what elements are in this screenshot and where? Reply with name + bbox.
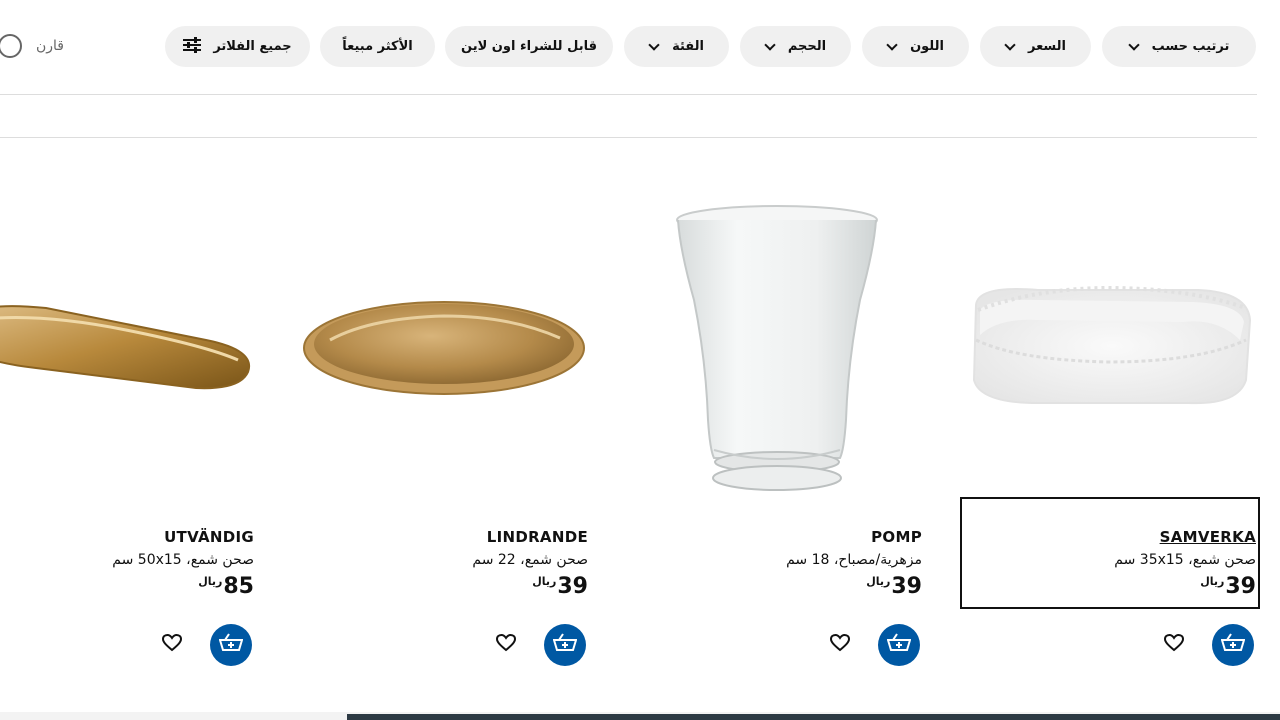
compare-toggle[interactable]: [0, 34, 22, 58]
online-filter-button[interactable]: قابل للشراء اون لاين: [445, 26, 613, 67]
product-card[interactable]: POMP مزهرية/مصباح، 18 سم ريال 39: [594, 150, 928, 690]
product-actions: [1160, 624, 1254, 666]
cart-plus-icon: [1220, 633, 1246, 657]
cart-plus-icon: [552, 633, 578, 657]
add-to-cart-button[interactable]: [210, 624, 252, 666]
color-filter-label: اللون: [910, 39, 944, 54]
chevron-down-icon: [887, 42, 896, 51]
size-filter-label: الحجم: [787, 39, 827, 54]
heart-icon: [829, 633, 851, 656]
product-description: صحن شمع، 22 سم: [472, 552, 588, 568]
compare-toggle-group: قارن: [0, 32, 64, 60]
compare-label: قارن: [36, 38, 64, 54]
product-image[interactable]: [928, 190, 1262, 500]
chevron-down-icon: [1129, 42, 1138, 51]
keyboard-focus-outline: [960, 497, 1260, 609]
price-currency: ريال: [532, 575, 557, 588]
bottom-strip: [0, 712, 1280, 720]
add-to-cart-button[interactable]: [544, 624, 586, 666]
product-price: ريال 85: [112, 574, 254, 599]
product-image[interactable]: [260, 190, 594, 500]
divider: [0, 137, 1257, 138]
price-value: 39: [557, 574, 588, 599]
product-actions: [492, 624, 586, 666]
divider: [0, 94, 1257, 95]
add-to-cart-button[interactable]: [1212, 624, 1254, 666]
product-price: ريال 39: [786, 574, 922, 599]
product-name[interactable]: LINDRANDE: [472, 528, 588, 546]
bestseller-filter-label: الأكثر مبيعاً: [342, 39, 413, 54]
heart-icon: [1163, 633, 1185, 656]
sort-filter-label: ترتيب حسب: [1151, 39, 1230, 54]
size-filter-button[interactable]: الحجم: [740, 26, 851, 67]
product-info: LINDRANDE صحن شمع، 22 سم ريال 39: [472, 528, 588, 599]
add-to-cart-button[interactable]: [878, 624, 920, 666]
product-name[interactable]: POMP: [786, 528, 922, 546]
filter-bar: ترتيب حسب السعر اللون الحجم الفئة قابل ل…: [0, 0, 1280, 94]
heart-icon: [495, 633, 517, 656]
product-name[interactable]: UTVÄNDIG: [112, 528, 254, 546]
product-info: POMP مزهرية/مصباح، 18 سم ريال 39: [786, 528, 922, 599]
product-image[interactable]: [594, 190, 928, 500]
product-card[interactable]: SAMVERKA صحن شمع، 35x15 سم ريال 39: [928, 150, 1262, 690]
product-price: ريال 39: [472, 574, 588, 599]
price-filter-button[interactable]: السعر: [980, 26, 1091, 67]
product-card[interactable]: UTVÄNDIG صحن شمع، 50x15 سم ريال 85: [0, 150, 260, 690]
product-image[interactable]: [0, 190, 260, 500]
favorite-button[interactable]: [492, 631, 520, 659]
sort-filter-button[interactable]: ترتيب حسب: [1102, 26, 1256, 67]
favorite-button[interactable]: [1160, 631, 1188, 659]
product-actions: [158, 624, 252, 666]
online-filter-label: قابل للشراء اون لاين: [461, 39, 597, 54]
cart-plus-icon: [886, 633, 912, 657]
category-filter-button[interactable]: الفئة: [624, 26, 729, 67]
chevron-down-icon: [1005, 42, 1014, 51]
price-currency: ريال: [198, 575, 223, 588]
favorite-button[interactable]: [826, 631, 854, 659]
price-value: 85: [223, 574, 254, 599]
all-filters-button[interactable]: جميع الفلاتر: [165, 26, 310, 67]
bestseller-filter-button[interactable]: الأكثر مبيعاً: [320, 26, 435, 67]
all-filters-label: جميع الفلاتر: [213, 39, 292, 54]
price-currency: ريال: [866, 575, 891, 588]
product-actions: [826, 624, 920, 666]
color-filter-button[interactable]: اللون: [862, 26, 969, 67]
product-info: UTVÄNDIG صحن شمع، 50x15 سم ريال 85: [112, 528, 254, 599]
filter-sliders-icon: [183, 36, 202, 57]
heart-icon: [161, 633, 183, 656]
product-description: مزهرية/مصباح، 18 سم: [786, 552, 922, 568]
cart-plus-icon: [218, 633, 244, 657]
favorite-button[interactable]: [158, 631, 186, 659]
product-description: صحن شمع، 50x15 سم: [112, 552, 254, 568]
bottom-banner: [347, 714, 1280, 720]
category-filter-label: الفئة: [672, 39, 704, 54]
price-value: 39: [891, 574, 922, 599]
product-card[interactable]: LINDRANDE صحن شمع، 22 سم ريال 39: [260, 150, 594, 690]
price-filter-label: السعر: [1028, 39, 1066, 54]
chevron-down-icon: [649, 42, 658, 51]
chevron-down-icon: [765, 42, 774, 51]
